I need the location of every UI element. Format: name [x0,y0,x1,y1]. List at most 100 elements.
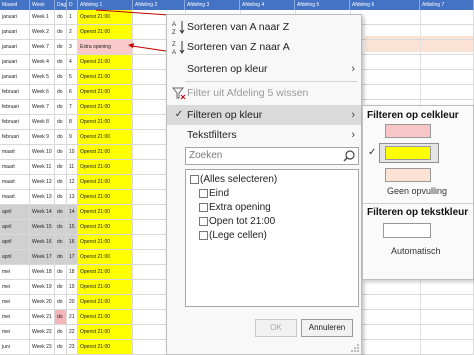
automatic-option[interactable]: Automatisch [391,246,441,256]
table-cell-num[interactable]: 4 [67,55,78,69]
table-cell-num[interactable]: 14 [67,205,78,219]
table-cell-open[interactable]: Openst 21:00 [78,265,133,279]
table-cell-month[interactable]: maart [0,145,30,159]
table-cell-open[interactable]: Openst 21:00 [78,220,133,234]
table-cell-month[interactable]: januari [0,25,30,39]
table-cell-open[interactable]: Openst 21:00 [78,235,133,249]
table-cell-num[interactable]: 12 [67,175,78,189]
table-cell-day[interactable]: do [55,325,67,339]
table-cell-week[interactable]: Week 9 [30,130,55,144]
table-cell-num[interactable]: 7 [67,100,78,114]
table-cell-num[interactable]: 17 [67,250,78,264]
column-header[interactable]: Week [30,0,55,10]
table-cell-month[interactable]: februari [0,85,30,99]
column-header[interactable]: Dag [55,0,67,10]
table-cell-week[interactable]: Week 19 [30,280,55,294]
table-cell-num[interactable]: 15 [67,220,78,234]
table-cell-num[interactable]: 23 [67,340,78,354]
table-cell-day[interactable]: do [55,265,67,279]
table-cell-day[interactable]: do [55,25,67,39]
table-cell-num[interactable]: 22 [67,325,78,339]
table-cell-month[interactable]: februari [0,100,30,114]
table-cell-week[interactable]: Week 7 [30,40,55,54]
table-cell-num[interactable]: 18 [67,265,78,279]
table-cell-month[interactable]: januari [0,70,30,84]
table-cell-day[interactable]: do [55,235,67,249]
table-cell-num[interactable]: 13 [67,190,78,204]
table-cell-num[interactable]: 10 [67,145,78,159]
table-cell-day[interactable]: do [55,10,67,24]
table-cell-open[interactable]: Openst 21:00 [78,100,133,114]
table-cell-num[interactable]: 19 [67,280,78,294]
table-cell-open[interactable]: Openst 21:00 [78,55,133,69]
sort-z-a-item[interactable]: ZA Sorteren van Z naar A [167,37,361,57]
table-cell-week[interactable]: Week 16 [30,235,55,249]
table-cell-month[interactable]: februari [0,130,30,144]
table-cell-week[interactable]: Week 8 [30,115,55,129]
checkbox[interactable] [190,175,199,184]
table-cell-open[interactable]: Openst 21:00 [78,85,133,99]
table-cell-week[interactable]: Week 12 [30,175,55,189]
search-input[interactable]: Zoeken [185,147,359,165]
table-cell-day[interactable]: do [55,100,67,114]
table-cell-open[interactable]: Openst 21:00 [78,160,133,174]
column-header[interactable]: Afdeling 1 [78,0,133,10]
table-cell-open[interactable]: Openst 21:00 [78,145,133,159]
table-cell-open[interactable]: Openst 21:00 [78,340,133,354]
table-cell-week[interactable]: Week 22 [30,325,55,339]
table-cell-month[interactable]: juni [0,340,30,354]
sort-by-color-item[interactable]: Sorteren op kleur › [167,59,361,79]
table-cell-month[interactable]: mei [0,310,30,324]
checkbox[interactable] [199,217,208,226]
table-cell-day[interactable]: do [55,175,67,189]
checkbox[interactable] [199,231,208,240]
column-header[interactable]: Afdeling 5 [295,0,350,10]
column-header[interactable]: Maand [0,0,30,10]
yellow-color-swatch[interactable] [385,146,431,160]
table-cell-week[interactable]: Week 11 [30,160,55,174]
table-cell-week[interactable]: Week 15 [30,220,55,234]
table-cell-week[interactable]: Week 17 [30,250,55,264]
automatic-color-swatch[interactable] [383,223,431,238]
table-cell-open[interactable]: Extra opening [78,40,133,54]
table-cell-month[interactable]: maart [0,160,30,174]
table-cell-month[interactable]: januari [0,55,30,69]
table-cell-week[interactable]: Week 4 [30,55,55,69]
table-cell-day[interactable]: do [55,55,67,69]
table-cell-num[interactable]: 16 [67,235,78,249]
table-cell-month[interactable]: mei [0,295,30,309]
table-cell-open[interactable]: Openst 21:00 [78,70,133,84]
table-cell-day[interactable]: do [55,280,67,294]
table-cell-day[interactable]: do [55,310,67,324]
table-cell-week[interactable]: Week 23 [30,340,55,354]
column-header[interactable]: Afdeling 6 [350,0,420,10]
table-cell-month[interactable]: april [0,250,30,264]
table-cell-day[interactable]: do [55,220,67,234]
filter-by-color-item[interactable]: ✓ Filteren op kleur › [167,105,361,125]
table-cell-open[interactable]: Openst 21:00 [78,115,133,129]
column-header[interactable]: Afdeling 2 [133,0,185,10]
table-cell-day[interactable]: do [55,160,67,174]
table-cell-open[interactable]: Openst 21:00 [78,130,133,144]
table-cell-day[interactable]: do [55,85,67,99]
table-cell-month[interactable]: mei [0,280,30,294]
table-cell-week[interactable]: Week 7 [30,100,55,114]
table-cell-week[interactable]: Week 6 [30,85,55,99]
table-cell-num[interactable]: 11 [67,160,78,174]
table-cell-open[interactable]: Openst 21:00 [78,280,133,294]
no-fill-option[interactable]: Geen opvulling [387,186,447,196]
table-cell-day[interactable]: do [55,130,67,144]
table-cell-num[interactable]: 5 [67,70,78,84]
table-cell-month[interactable]: januari [0,40,30,54]
table-cell-open[interactable]: Openst 21:00 [78,205,133,219]
table-cell-month[interactable]: april [0,235,30,249]
table-cell-open[interactable]: Openst 21:00 [78,325,133,339]
table-cell-open[interactable]: Openst 21:00 [78,25,133,39]
table-cell-open[interactable]: Openst 21:00 [78,250,133,264]
table-cell-num[interactable]: 1 [67,10,78,24]
cancel-button[interactable]: Annuleren [301,319,353,337]
table-cell-week[interactable]: Week 18 [30,265,55,279]
table-cell-num[interactable]: 3 [67,40,78,54]
table-cell-month[interactable]: maart [0,190,30,204]
text-filters-item[interactable]: Tekstfilters › [167,125,361,145]
